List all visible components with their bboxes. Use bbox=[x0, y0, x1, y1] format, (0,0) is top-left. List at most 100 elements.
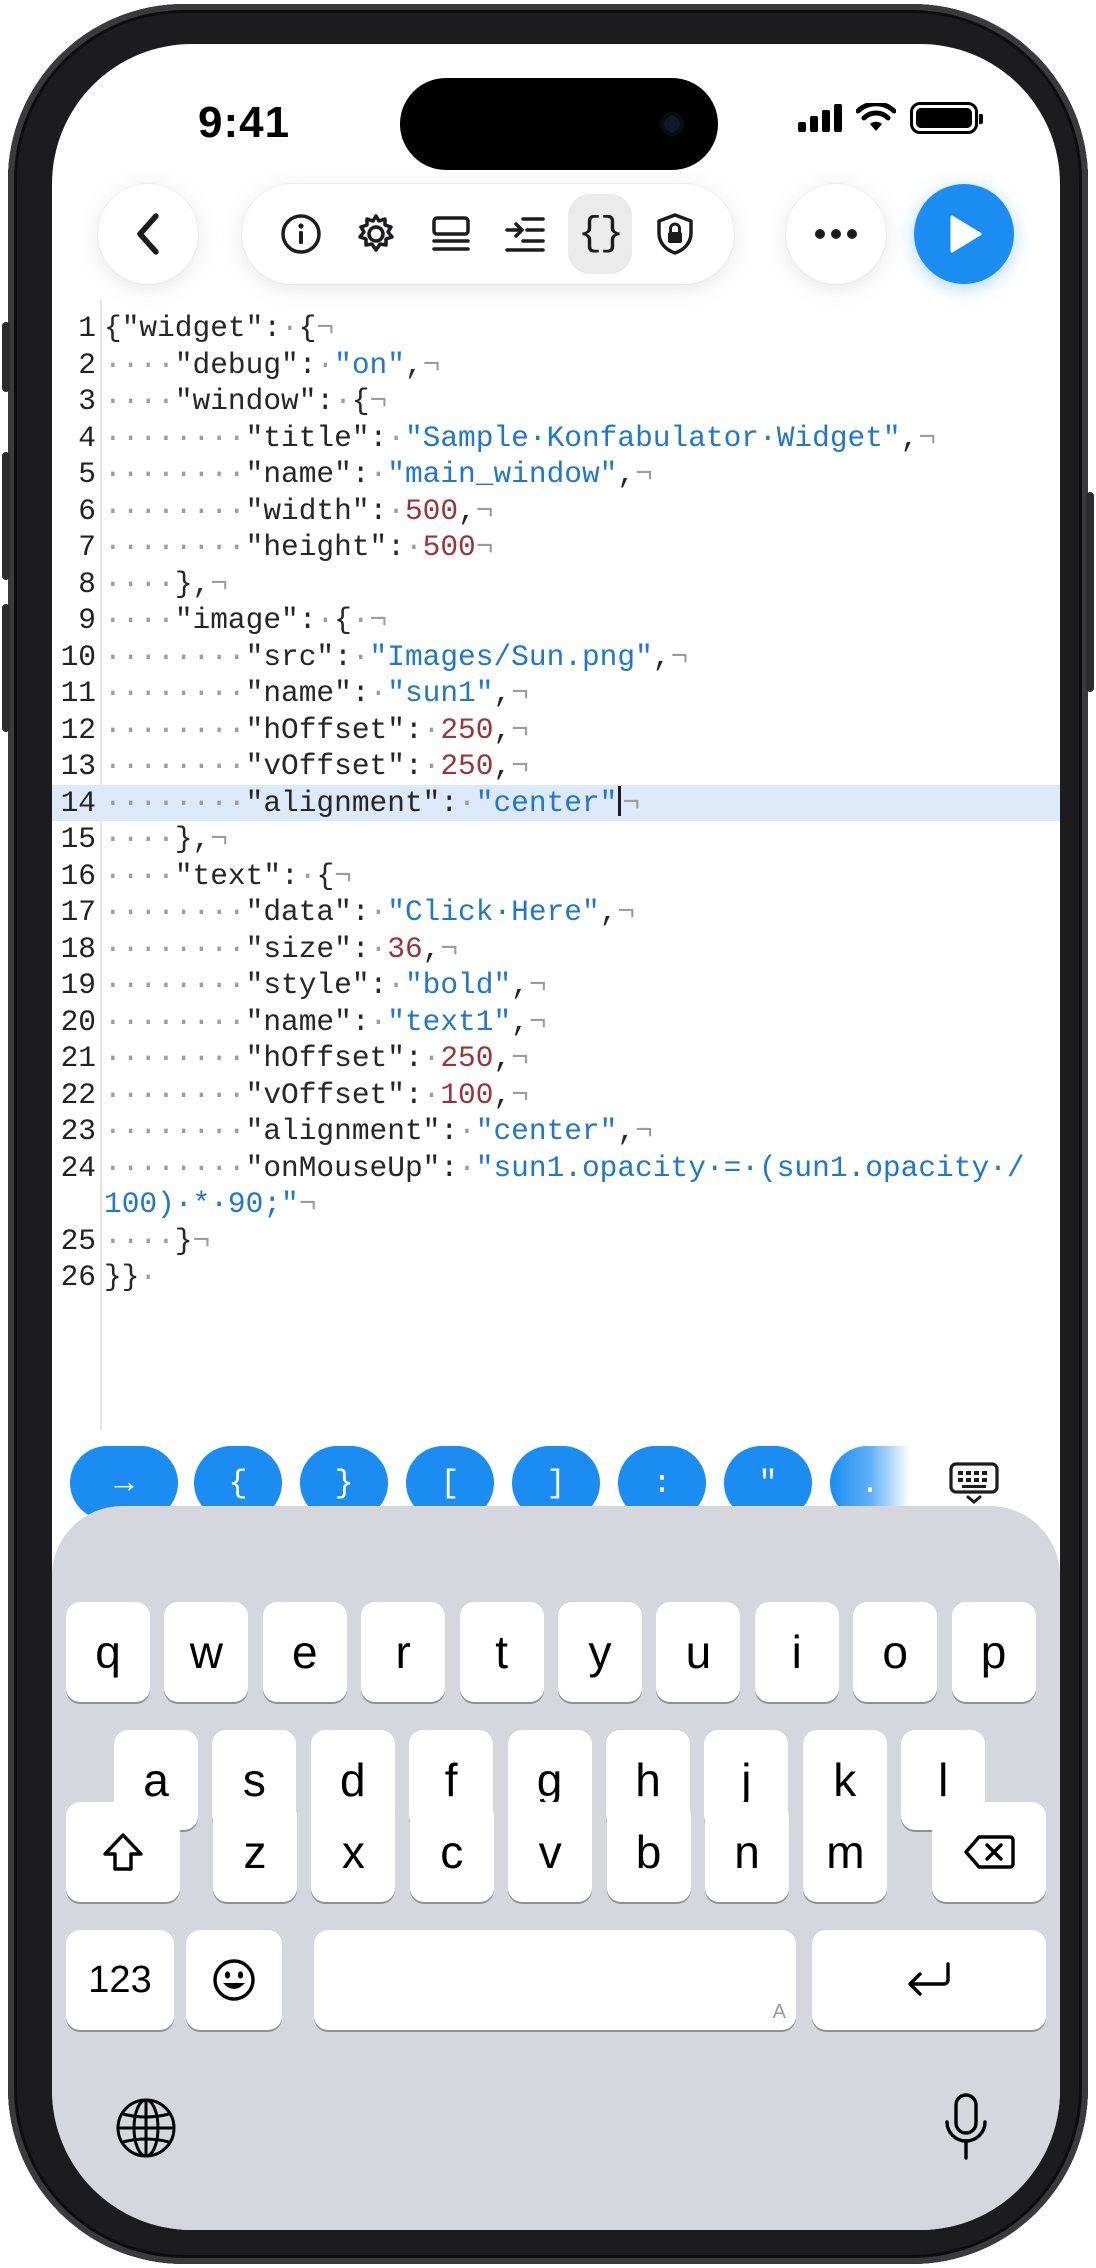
key-t[interactable]: t bbox=[459, 1602, 544, 1702]
code-text: ········"onMouseUp":·"sun1.opacity·=·(su… bbox=[104, 1150, 1025, 1186]
globe-button[interactable] bbox=[110, 2092, 182, 2164]
camera-icon bbox=[660, 112, 684, 136]
code-line[interactable]: 11 ········"name":·"sun1",¬ bbox=[52, 675, 1060, 711]
key-r[interactable]: r bbox=[361, 1602, 446, 1702]
code-token: · bbox=[369, 931, 388, 966]
key-b[interactable]: b bbox=[606, 1802, 691, 1902]
code-line[interactable]: 22 ········"vOffset":·100,¬ bbox=[52, 1077, 1060, 1113]
info-button[interactable] bbox=[269, 194, 333, 274]
key-w[interactable]: w bbox=[164, 1602, 249, 1702]
dictation-button[interactable] bbox=[938, 2086, 994, 2170]
code-token: ········ bbox=[104, 676, 246, 710]
code-line[interactable]: 100)·*·90;"¬ bbox=[52, 1186, 1060, 1222]
code-line[interactable]: 7 ········"height":·500¬ bbox=[52, 529, 1060, 565]
key-c[interactable]: c bbox=[409, 1802, 494, 1902]
line-number: 16 bbox=[60, 858, 96, 893]
code-token: · bbox=[369, 676, 388, 710]
chevron-left-icon bbox=[137, 213, 159, 255]
code-token: "style": bbox=[245, 968, 388, 1002]
code-token: 250 bbox=[440, 1041, 494, 1075]
code-line[interactable]: 23 ········"alignment":·"center",¬ bbox=[52, 1113, 1060, 1149]
code-token: { bbox=[316, 858, 335, 893]
code-line[interactable]: 24 ········"onMouseUp":·"sun1.opacity·=·(… bbox=[52, 1150, 1060, 1186]
braces-icon: {} bbox=[577, 211, 624, 257]
code-token: "sun1" bbox=[387, 676, 494, 710]
code-line[interactable]: 8 ····},¬ bbox=[52, 566, 1060, 602]
code-line[interactable]: 9 ····"image":·{·¬ bbox=[52, 602, 1060, 638]
run-button[interactable] bbox=[914, 184, 1014, 284]
return-key[interactable] bbox=[812, 1930, 1046, 2030]
code-line[interactable]: 15 ····},¬ bbox=[52, 821, 1060, 857]
code-line[interactable]: 5 ········"name":·"main_window",¬ bbox=[52, 456, 1060, 492]
code-line[interactable]: 14 ········"alignment":·"center" ¬ bbox=[52, 784, 1060, 821]
code-line[interactable]: 12 ········"hOffset":·250,¬ bbox=[52, 712, 1060, 748]
code-token: · bbox=[422, 712, 441, 747]
screen: 9:41 {} 1 {"widget":·{¬ 2 ····"debug":·"… bbox=[52, 44, 1060, 2230]
code-token: "bold" bbox=[404, 968, 512, 1002]
code-token: ¬ bbox=[622, 785, 641, 820]
code-line[interactable]: 16 ····"text":·{¬ bbox=[52, 858, 1060, 894]
key-p[interactable]: p bbox=[951, 1602, 1036, 1702]
code-token: ···· bbox=[104, 858, 175, 893]
code-token: · bbox=[387, 420, 405, 455]
key-m[interactable]: m bbox=[803, 1802, 888, 1902]
code-token: , bbox=[458, 493, 476, 528]
key-n[interactable]: n bbox=[705, 1802, 789, 1902]
emoji-key[interactable] bbox=[186, 1930, 282, 2030]
code-editor[interactable]: 1 {"widget":·{¬ 2 ····"debug":·"on",¬ 3 ····"… bbox=[52, 300, 1060, 1430]
line-number: 6 bbox=[78, 493, 96, 528]
code-line[interactable]: 19 ········"style":·"bold",¬ bbox=[52, 967, 1060, 1003]
settings-button[interactable] bbox=[344, 194, 408, 274]
line-number: 22 bbox=[60, 1077, 96, 1112]
key-e[interactable]: e bbox=[262, 1602, 347, 1702]
code-line[interactable]: 3 ····"window":·{¬ bbox=[52, 383, 1060, 419]
security-button[interactable] bbox=[643, 194, 707, 274]
code-text: ········"height":·500¬ bbox=[104, 529, 493, 565]
code-text: ····"text":·{¬ bbox=[104, 858, 352, 894]
code-token: ¬ bbox=[192, 1223, 211, 1258]
code-token: ¬ bbox=[440, 931, 459, 966]
code-line[interactable]: 10 ········"src":·"Images/Sun.png",¬ bbox=[52, 639, 1060, 675]
key-q[interactable]: q bbox=[66, 1602, 150, 1702]
code-token: , bbox=[422, 931, 441, 966]
key-o[interactable]: o bbox=[853, 1602, 938, 1702]
code-line[interactable]: 1 {"widget":·{¬ bbox=[52, 310, 1060, 346]
numbers-key[interactable]: 123 bbox=[66, 1930, 174, 2030]
code-line[interactable]: 18 ········"size":·36,¬ bbox=[52, 931, 1060, 967]
braces-button[interactable]: {} bbox=[567, 194, 632, 274]
more-button[interactable] bbox=[786, 184, 886, 284]
code-line[interactable]: 21 ········"hOffset":·250,¬ bbox=[52, 1040, 1060, 1076]
code-token: "data": bbox=[245, 895, 370, 929]
layout-icon bbox=[431, 216, 470, 251]
code-token: 500 bbox=[422, 530, 476, 564]
format-button[interactable] bbox=[493, 194, 557, 274]
code-token: ········ bbox=[104, 1114, 246, 1148]
code-text: ····"debug":·"on",¬ bbox=[104, 347, 440, 383]
backspace-key[interactable] bbox=[932, 1802, 1046, 1902]
code-line[interactable]: 2 ····"debug":·"on",¬ bbox=[52, 347, 1060, 383]
back-button[interactable] bbox=[98, 184, 198, 284]
code-line[interactable]: 6 ········"width":·500,¬ bbox=[52, 493, 1060, 529]
key-y[interactable]: y bbox=[558, 1602, 642, 1702]
code-token: · bbox=[422, 749, 441, 783]
action-button bbox=[2, 322, 10, 392]
shift-key[interactable] bbox=[66, 1802, 180, 1902]
code-line[interactable]: 26}}· bbox=[52, 1259, 1060, 1295]
code-line[interactable]: 20 ········"name":·"text1",¬ bbox=[52, 1004, 1060, 1040]
layout-button[interactable] bbox=[419, 194, 483, 274]
key-x[interactable]: x bbox=[311, 1802, 396, 1902]
key-z[interactable]: z bbox=[213, 1802, 297, 1902]
code-line[interactable]: 25 ····}¬ bbox=[52, 1223, 1060, 1259]
key-u[interactable]: u bbox=[656, 1602, 741, 1702]
key-v[interactable]: v bbox=[508, 1802, 593, 1902]
space-key[interactable]: A bbox=[314, 1930, 796, 2030]
code-line[interactable]: 17 ········"data":·"Click·Here",¬ bbox=[52, 894, 1060, 930]
code-token: ········ bbox=[104, 457, 246, 491]
key-i[interactable]: i bbox=[754, 1602, 839, 1702]
code-token: "center" bbox=[475, 785, 618, 820]
code-line[interactable]: 4 ········"title":·"Sample·Konfabulator·W… bbox=[52, 420, 1060, 456]
code-token: "height": bbox=[245, 530, 405, 564]
code-line[interactable]: 13 ········"vOffset":·250,¬ bbox=[52, 748, 1060, 784]
code-token: , bbox=[493, 712, 512, 747]
code-token: , bbox=[900, 420, 919, 455]
